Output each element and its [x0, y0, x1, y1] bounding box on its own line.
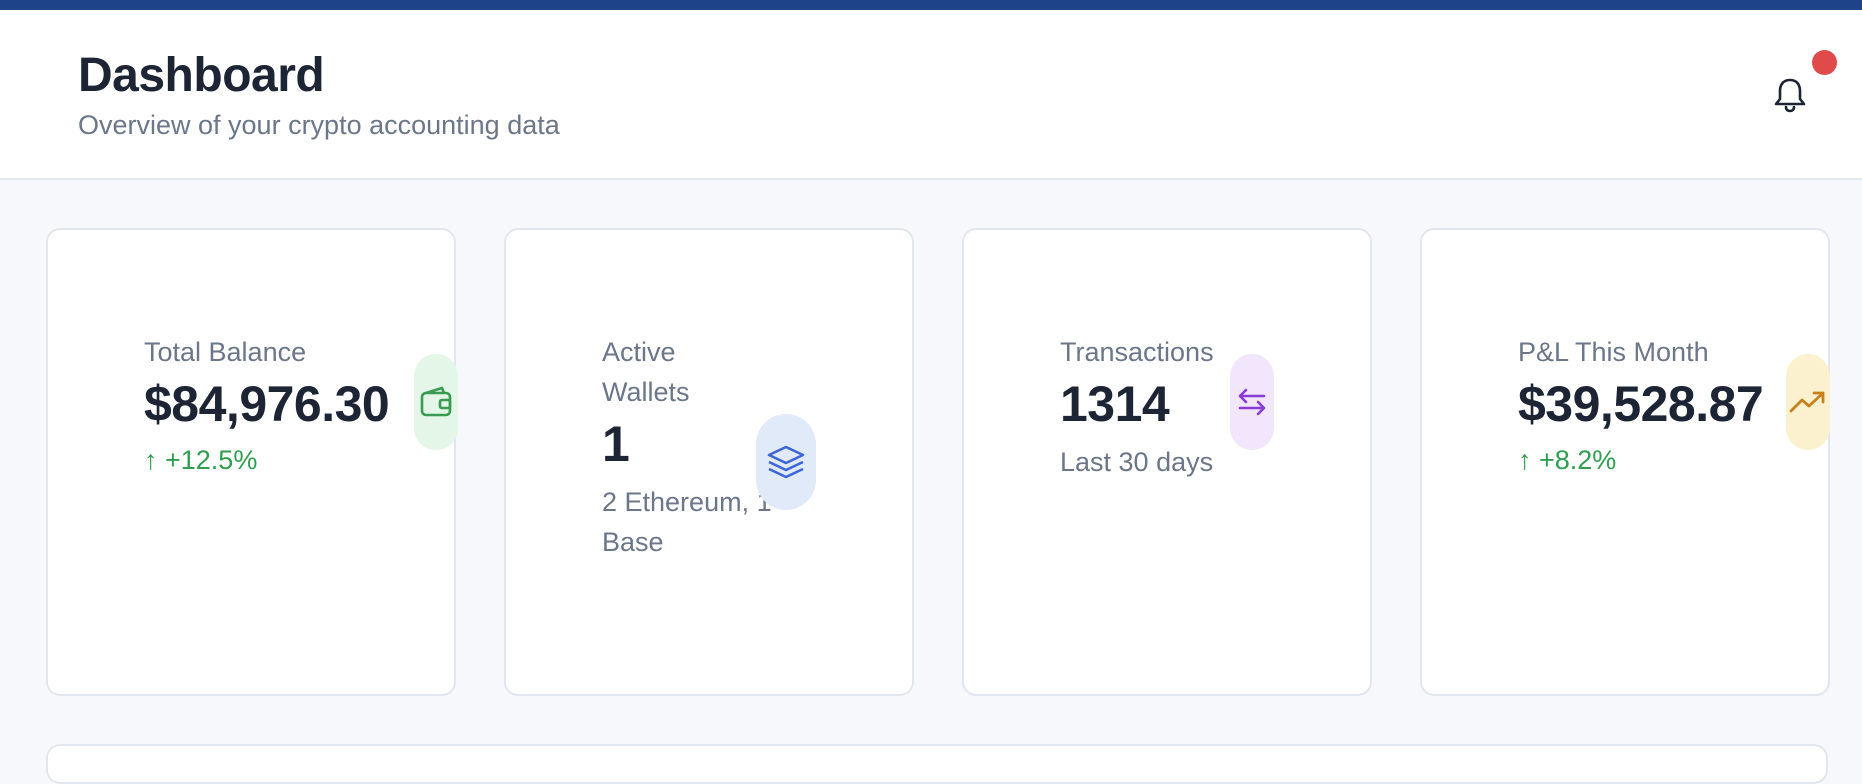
- stat-card-total-balance: Total Balance $84,976.30 ↑ +12.5%: [46, 228, 458, 696]
- stat-card-transactions: Transactions 1314 Last 30 days: [962, 228, 1372, 696]
- bell-icon[interactable]: [1770, 70, 1810, 116]
- page-header: Dashboard Overview of your crypto accoun…: [0, 10, 1862, 180]
- page-subtitle: Overview of your crypto accounting data: [78, 110, 560, 140]
- stat-label: Transactions: [1060, 337, 1214, 367]
- trending-up-icon: [1786, 354, 1830, 450]
- stat-card-pnl-month: P&L This Month $39,528.87 ↑ +8.2%: [1420, 228, 1830, 696]
- notification-badge: [1812, 50, 1837, 75]
- stat-detail: Last 30 days: [1060, 447, 1214, 477]
- stat-change: ↑ +12.5%: [144, 445, 258, 475]
- stat-value: 1: [602, 416, 630, 472]
- stat-label: Total Balance: [144, 337, 307, 367]
- stat-label: P&L This Month: [1518, 337, 1709, 367]
- stat-change: ↑ +8.2%: [1518, 445, 1617, 475]
- wallet-icon: [414, 354, 458, 450]
- top-accent-bar: [0, 0, 1862, 10]
- layers-icon: [756, 414, 816, 510]
- stat-detail: 2 Ethereum, 1 Base: [602, 487, 772, 557]
- stat-value: 1314: [1060, 376, 1170, 432]
- stat-label: Active Wallets: [602, 337, 690, 407]
- stat-value: $84,976.30: [144, 376, 390, 432]
- arrows-exchange-icon: [1230, 354, 1274, 450]
- stat-value: $39,528.87: [1518, 376, 1764, 432]
- bottom-panel: [46, 744, 1828, 784]
- stat-card-active-wallets: Active Wallets 1 2 Ethereum, 1 Base: [504, 228, 914, 696]
- page-title: Dashboard: [78, 49, 325, 102]
